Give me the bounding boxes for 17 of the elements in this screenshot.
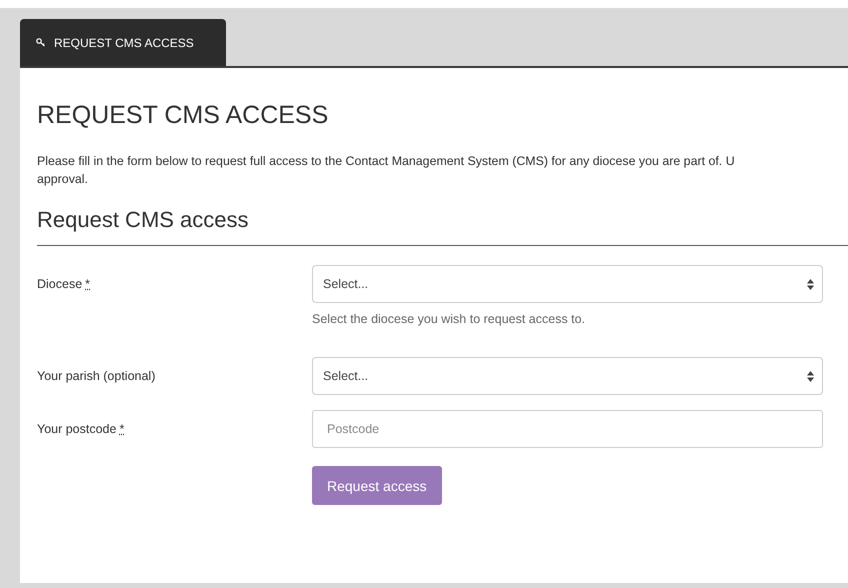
sort-arrows-icon <box>807 370 814 382</box>
field-label: Diocese <box>37 277 82 291</box>
field-label: Your parish (optional) <box>37 369 156 383</box>
postcode-field[interactable]: Postcode <box>312 410 823 448</box>
sort-arrows-icon <box>807 278 814 290</box>
intro-text: Please fill in the form below to request full access to the Contact Management System (CMS) for any diocese you are part of. U approval. <box>37 153 736 188</box>
key-icon <box>36 38 46 47</box>
required-mark: * <box>85 277 90 291</box>
request-access-button[interactable]: Request access <box>312 466 442 505</box>
field-label: Your postcode <box>37 422 116 436</box>
select-field[interactable]: Select... <box>312 265 823 303</box>
page-title: REQUEST CMS ACCESS <box>37 101 330 130</box>
select-field[interactable]: Select... <box>312 357 823 395</box>
form-title: Request CMS access <box>37 207 848 246</box>
help-text: Select the diocese you wish to request access to. <box>312 312 586 326</box>
tab[interactable]: REQUEST CMS ACCESS <box>20 19 226 66</box>
required-mark: * <box>119 422 124 436</box>
